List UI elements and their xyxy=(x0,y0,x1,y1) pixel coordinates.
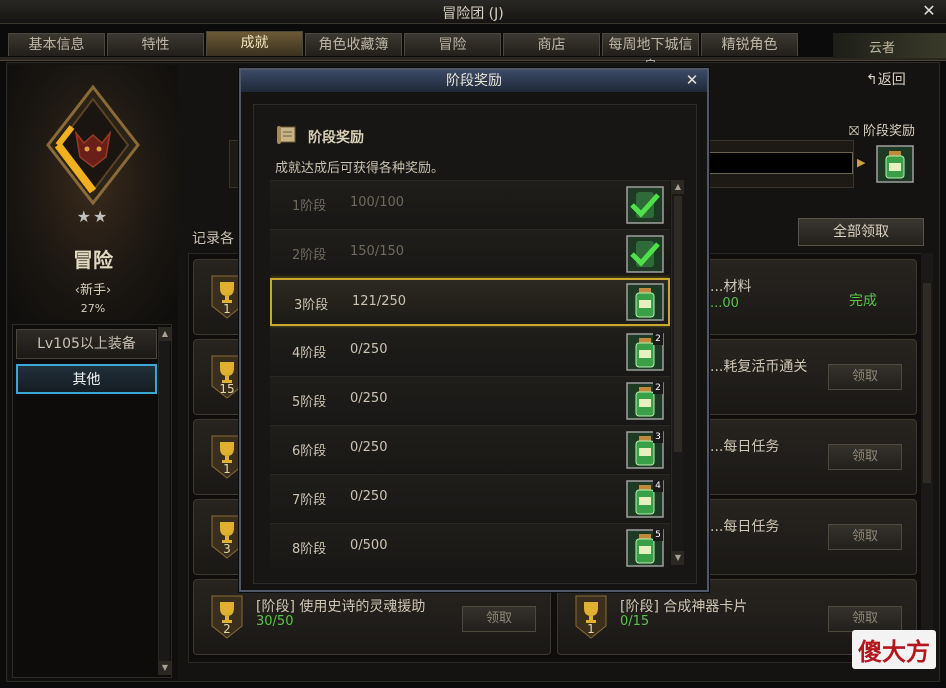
stage-row: 4阶段 0/250 2 xyxy=(270,327,670,375)
rank-title: 冒险 xyxy=(73,248,113,272)
tab-character-collection[interactable]: 角色收藏簿 xyxy=(305,33,402,56)
reward-potion-icon[interactable] xyxy=(876,145,914,183)
scroll-down-icon[interactable]: ▼ xyxy=(159,661,171,675)
claim-button[interactable]: 领取 xyxy=(828,444,902,470)
achievement-name: [阶段] 合成神器卡片 xyxy=(620,599,748,615)
stage-row: 1阶段 100/100 xyxy=(270,180,670,228)
stage-progress: 150/150 xyxy=(350,244,405,259)
watermark-logo: 傻大方 xyxy=(852,630,936,669)
stage-label: 6阶段 xyxy=(292,444,327,459)
tab-adventure[interactable]: 冒险 xyxy=(404,33,501,56)
stage-progress: 121/250 xyxy=(352,294,407,309)
trophy-count: 2 xyxy=(223,622,231,636)
stage-row-current: 3阶段 121/250 xyxy=(270,278,670,326)
stage-row: 2阶段 150/150 xyxy=(270,229,670,277)
claimed-check-icon xyxy=(626,235,664,273)
dialog-description: 成就达成后可获得各种奖励。 xyxy=(275,161,445,176)
scroll-icon xyxy=(277,126,296,144)
claim-button[interactable]: 领取 xyxy=(828,364,902,390)
scroll-up-icon[interactable]: ▲ xyxy=(672,180,684,194)
rank-stars: ★★ xyxy=(76,207,110,226)
stage-reward-label: 阶段奖励 xyxy=(863,124,916,139)
stage-progress: 0/250 xyxy=(350,489,388,504)
dialog-close-button[interactable]: ✕ xyxy=(683,71,701,89)
back-label: 返回 xyxy=(877,72,906,88)
tab-elite-character[interactable]: 精锐角色 xyxy=(701,33,798,56)
tab-basic-info[interactable]: 基本信息 xyxy=(8,33,105,56)
claim-button[interactable]: 领取 xyxy=(828,606,902,632)
tab-weekly-dungeon[interactable]: 每周地下城信息 xyxy=(602,33,699,75)
stage-row: 5阶段 0/250 2 xyxy=(270,376,670,424)
scroll-up-icon[interactable]: ▲ xyxy=(159,327,171,341)
achievement-progress: 0/15 xyxy=(620,614,650,629)
category-other[interactable]: 其他 xyxy=(16,364,157,394)
rank-progress: 27% xyxy=(80,302,106,315)
category-scrollbar[interactable]: ▲ ▼ xyxy=(158,327,171,675)
stage-progress: 100/100 xyxy=(350,195,405,210)
achievement-progress: ...00 xyxy=(710,296,739,311)
left-panel: ★★ 冒险 ‹新手› 27% Lv105以上装备 其他 ▲ ▼ xyxy=(8,65,178,680)
category-lv105-equipment[interactable]: Lv105以上装备 xyxy=(16,329,157,359)
main-tabs: 基本信息 特性 成就 角色收藏簿 冒险 商店 每周地下城信息 精锐角色 xyxy=(8,31,798,75)
category-list: Lv105以上装备 其他 ▲ ▼ xyxy=(12,324,172,678)
stage-progress: 0/250 xyxy=(350,391,388,406)
claim-button[interactable]: 领取 xyxy=(462,606,536,632)
scroll-thumb[interactable] xyxy=(923,283,931,483)
stage-label: 7阶段 xyxy=(292,493,327,508)
stage-progress: 0/500 xyxy=(350,538,388,553)
stage-label: 4阶段 xyxy=(292,346,327,361)
reward-count: 5 xyxy=(653,529,663,541)
reward-count: 3 xyxy=(653,431,663,443)
reward-potion-icon[interactable] xyxy=(626,283,664,321)
dialog-title: 阶段奖励 xyxy=(241,70,707,92)
stage-list-scrollbar[interactable]: ▲ ▼ xyxy=(671,180,684,565)
achievement-name: ...每日任务 xyxy=(710,519,780,535)
achievement-progress: 30/50 xyxy=(256,614,294,629)
stage-label: 2阶段 xyxy=(292,248,327,263)
stage-progress: 0/250 xyxy=(350,440,388,455)
tab-achievements[interactable]: 成就 xyxy=(206,31,303,56)
stage-list: 1阶段 100/100 2阶段 150/150 3阶段 121/250 4阶段 … xyxy=(270,180,670,568)
gift-icon: ⛝ xyxy=(849,124,859,139)
claim-button[interactable]: 领取 xyxy=(828,524,902,550)
reward-count: 4 xyxy=(653,480,663,492)
stage-row: 6阶段 0/250 3 xyxy=(270,425,670,473)
trophy-count: 1 xyxy=(587,622,595,636)
stage-label: 1阶段 xyxy=(292,199,327,214)
stage-row: 8阶段 0/500 5 xyxy=(270,523,670,568)
stage-label: 8阶段 xyxy=(292,542,327,557)
window-title: 冒险团 (J) xyxy=(442,6,504,22)
achievement-scrollbar[interactable] xyxy=(921,253,933,663)
return-arrow-icon: ↰ xyxy=(866,72,878,88)
record-label: 记录各 xyxy=(192,231,234,247)
scroll-thumb[interactable] xyxy=(674,196,682,452)
tab-traits[interactable]: 特性 xyxy=(107,33,204,56)
top-right-decoration: 云者 xyxy=(833,33,946,58)
arrow-right-icon: ▶ xyxy=(857,156,866,169)
claimed-check-icon xyxy=(626,186,664,224)
back-button[interactable]: ↰返回 xyxy=(866,69,906,89)
claim-all-button[interactable]: 全部领取 xyxy=(798,218,924,246)
reward-count: 2 xyxy=(653,382,663,394)
achievement-name: ...每日任务 xyxy=(710,439,780,455)
reward-count: 2 xyxy=(653,333,663,345)
stage-progress: 0/250 xyxy=(350,342,388,357)
scroll-down-icon[interactable]: ▼ xyxy=(672,551,684,565)
window-close-button[interactable]: ✕ xyxy=(920,2,938,20)
achievement-name: ...材料 xyxy=(710,279,752,295)
rank-subtitle: ‹新手› xyxy=(74,283,112,298)
tab-divider xyxy=(0,57,946,61)
progress-bar xyxy=(708,152,853,174)
title-bar: 冒险团 (J) ✕ xyxy=(0,0,946,24)
stage-row: 7阶段 0/250 4 xyxy=(270,474,670,522)
stage-reward-link[interactable]: ⛝ 阶段奖励 xyxy=(849,120,915,139)
stage-label: 3阶段 xyxy=(294,298,329,313)
dialog-heading: 阶段奖励 xyxy=(308,130,364,146)
stage-label: 5阶段 xyxy=(292,395,327,410)
achievement-complete-label: 完成 xyxy=(849,293,877,309)
achievement-name: ...耗复活币通关 xyxy=(710,359,808,375)
tab-shop[interactable]: 商店 xyxy=(503,33,600,56)
achievement-name: [阶段] 使用史诗的灵魂援助 xyxy=(256,599,426,615)
